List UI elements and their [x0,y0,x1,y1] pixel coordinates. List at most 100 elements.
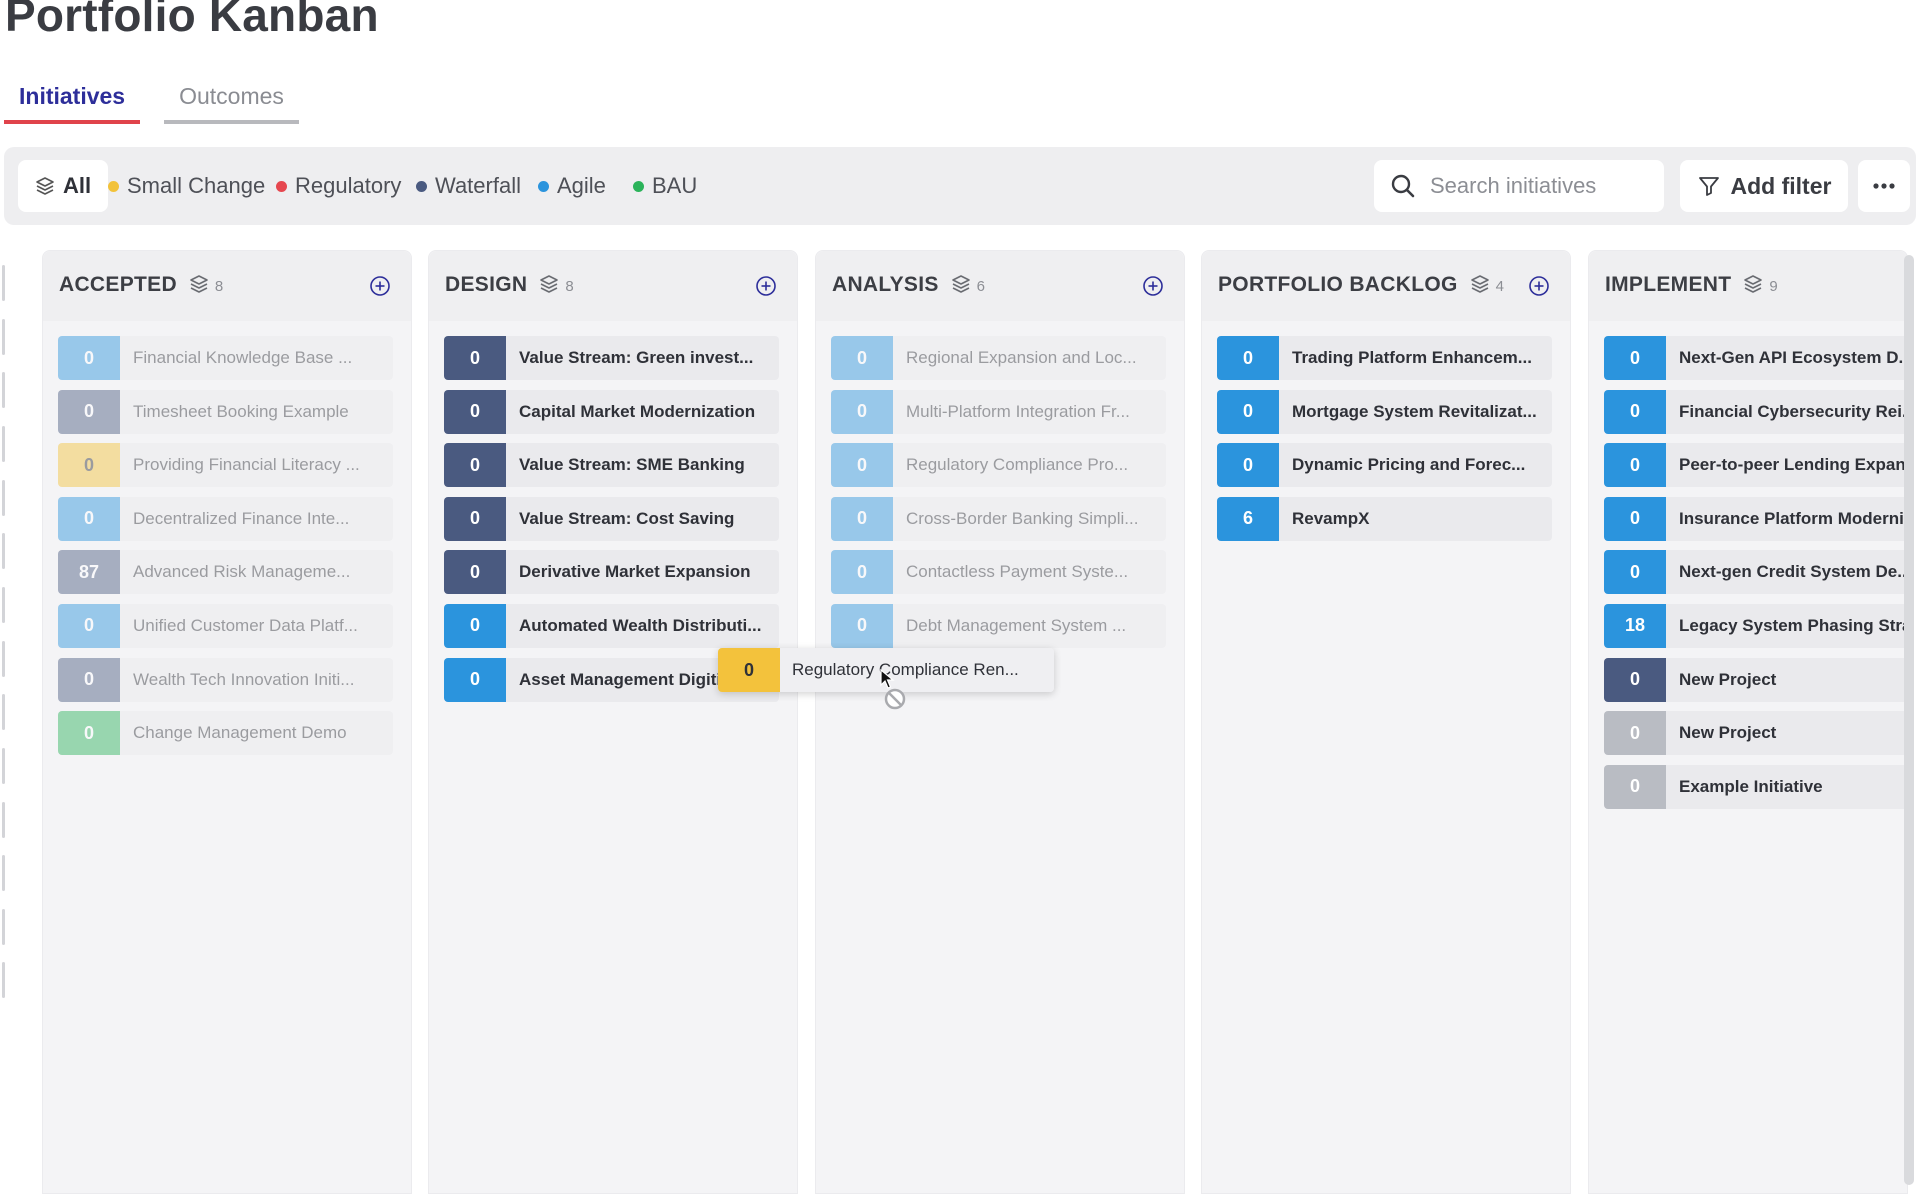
initiative-card[interactable]: 0 Change Management Demo [58,711,393,756]
card-number: 0 [718,648,780,692]
card-number: 0 [831,389,893,434]
card-number: 0 [1604,496,1666,541]
filter-chip-small-change[interactable]: Small Change [108,160,265,212]
add-card-button[interactable] [369,275,391,297]
column-title-text: DESIGN [445,273,528,296]
filter-chip-label: Agile [557,173,606,198]
filter-all-button[interactable]: All [18,160,108,212]
card-number: 0 [1604,764,1666,809]
initiative-card[interactable]: 0 Contactless Payment Syste... [831,550,1166,595]
plus-circle-icon [370,276,390,296]
card-title: Unified Customer Data Platf... [120,603,393,648]
plus-circle-icon [1143,276,1163,296]
column-title-text: ANALYSIS [832,273,939,296]
card-number: 0 [444,389,506,434]
tab-outcomes[interactable]: Outcomes [164,72,299,124]
initiative-card[interactable]: 0 Peer-to-peer Lending Expan [1604,443,1907,488]
more-options-button[interactable] [1858,160,1910,212]
initiative-card[interactable]: 0 Capital Market Modernization [444,389,779,434]
column-count: 9 [1769,278,1779,295]
initiative-card[interactable]: 0 Automated Wealth Distributi... [444,603,779,648]
initiative-card[interactable]: 0 Unified Customer Data Platf... [58,603,393,648]
card-title: Value Stream: SME Banking [506,443,779,488]
initiative-card[interactable]: 0 Example Initiative [1604,764,1907,809]
filter-chip-label: Regulatory [295,173,402,198]
initiative-card[interactable]: 0 Providing Financial Literacy ... [58,443,393,488]
card-number: 0 [58,389,120,434]
card-number: 0 [58,711,120,756]
filter-chip-bau[interactable]: BAU [633,160,697,212]
card-title: Financial Knowledge Base ... [120,336,393,380]
card-number: 0 [58,336,120,380]
card-number: 0 [831,336,893,380]
initiative-card[interactable]: 0 Trading Platform Enhancem... [1217,336,1552,380]
card-number: 0 [444,603,506,648]
initiative-card[interactable]: 0 Derivative Market Expansion [444,550,779,595]
initiative-card[interactable]: 0 Regional Expansion and Loc... [831,336,1166,380]
add-card-button[interactable] [755,275,777,297]
card-title: New Project [1666,711,1907,756]
card-title: Peer-to-peer Lending Expan [1666,443,1907,488]
card-number: 0 [831,603,893,648]
card-title: New Project [1666,657,1907,702]
board-scrollbar[interactable] [1904,255,1914,1185]
card-number: 0 [444,336,506,380]
layers-icon [36,177,54,195]
initiative-card[interactable]: 0 New Project [1604,657,1907,702]
filter-chip-agile[interactable]: Agile [538,160,606,212]
card-title: Trading Platform Enhancem... [1279,336,1552,380]
column-title-text: PORTFOLIO BACKLOG [1218,273,1458,296]
card-number: 6 [1217,496,1279,541]
column-count: 8 [565,278,574,295]
initiative-card[interactable]: 87 Advanced Risk Manageme... [58,550,393,595]
card-title: Legacy System Phasing Stra [1666,603,1907,648]
card-title: Value Stream: Cost Saving [506,496,779,541]
card-number: 0 [444,496,506,541]
initiative-card[interactable]: 0 Regulatory Compliance Pro... [831,443,1166,488]
not-allowed-icon [884,688,906,710]
initiative-card[interactable]: 0 Insurance Platform Moderni... [1604,496,1907,541]
add-card-button[interactable] [1142,275,1164,297]
filter-chip-waterfall[interactable]: Waterfall [416,160,521,212]
initiative-card[interactable]: 18 Legacy System Phasing Stra [1604,603,1907,648]
column-title-text: ACCEPTED [59,273,177,296]
card-title: Cross-Border Banking Simpli... [893,496,1166,541]
column-title-text: IMPLEMENT [1605,273,1732,296]
initiative-card[interactable]: 0 Multi-Platform Integration Fr... [831,389,1166,434]
initiative-card[interactable]: 0 Debt Management System ... [831,603,1166,648]
card-list: 0 Trading Platform Enhancem... 0 Mortgage S… [1217,336,1552,550]
initiative-card[interactable]: 0 Value Stream: Green invest... [444,336,779,380]
card-number: 0 [1604,550,1666,595]
tab-initiatives[interactable]: Initiatives [4,72,141,124]
card-number: 87 [58,550,120,595]
column-title: DESIGN 8 [445,273,574,297]
initiative-card[interactable]: 0 Value Stream: Cost Saving [444,496,779,541]
search-box [1374,160,1664,212]
card-number: 0 [444,443,506,488]
initiative-card[interactable]: 0 Next-gen Credit System De... [1604,550,1907,595]
column-title: ACCEPTED 8 [59,273,224,297]
card-title: Insurance Platform Moderni... [1666,496,1907,541]
initiative-card[interactable]: 0 Next-Gen API Ecosystem D... [1604,336,1907,380]
initiative-card[interactable]: 0 Value Stream: SME Banking [444,443,779,488]
column-count: 4 [1495,278,1505,295]
add-filter-label: Add filter [1730,172,1832,199]
card-number: 0 [1217,389,1279,434]
initiative-card[interactable]: 0 Mortgage System Revitalizat... [1217,389,1552,434]
initiative-card[interactable]: 0 Wealth Tech Innovation Initi... [58,657,393,702]
filter-chip-regulatory[interactable]: Regulatory [276,160,401,212]
column-accepted: ACCEPTED 8 0 Financial Knowledge Base ... 0 T… [42,250,412,1194]
initiative-card[interactable]: 0 Financial Knowledge Base ... [58,336,393,380]
initiative-card[interactable]: 0 Timesheet Booking Example [58,389,393,434]
initiative-card[interactable]: 0 New Project [1604,711,1907,756]
card-title: Mortgage System Revitalizat... [1279,389,1552,434]
initiative-card[interactable]: 0 Financial Cybersecurity Rei... [1604,389,1907,434]
search-input[interactable] [1430,173,1650,199]
initiative-card[interactable]: 0 Decentralized Finance Inte... [58,496,393,541]
card-number: 0 [1604,657,1666,702]
add-filter-button[interactable]: Add filter [1680,160,1848,212]
initiative-card[interactable]: 0 Cross-Border Banking Simpli... [831,496,1166,541]
add-card-button[interactable] [1528,275,1550,297]
initiative-card[interactable]: 6 RevampX [1217,496,1552,541]
initiative-card[interactable]: 0 Dynamic Pricing and Forec... [1217,443,1552,488]
